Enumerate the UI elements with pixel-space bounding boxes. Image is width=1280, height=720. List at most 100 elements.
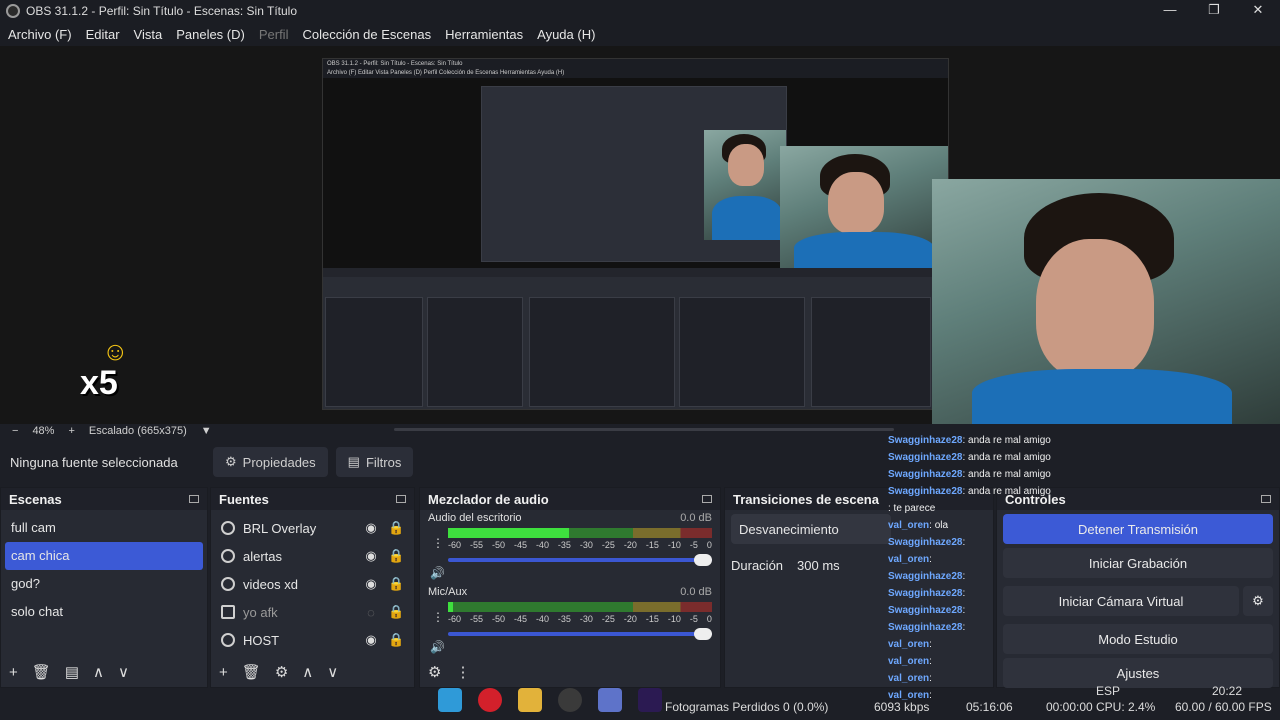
scale-tick: -45	[513, 540, 527, 550]
menu-editar[interactable]: Editar	[86, 27, 120, 42]
move-up-icon[interactable]: ∧	[302, 663, 313, 681]
scenes-header: Escenas	[1, 488, 207, 510]
emoji-face-icon: ☺	[102, 336, 129, 366]
audio-meter	[448, 602, 712, 612]
chat-username: Swagginhaze28	[888, 571, 963, 582]
preview-scrollbar[interactable]	[394, 428, 894, 431]
volume-slider[interactable]	[448, 628, 712, 640]
zoom-out-button[interactable]: −	[12, 425, 18, 437]
folder-icon[interactable]	[518, 688, 542, 712]
eye-hidden-icon[interactable]: ◌	[364, 605, 378, 620]
lock-icon[interactable]: 🔒	[388, 576, 404, 592]
mixer-title: Mezclador de audio	[428, 491, 549, 507]
scene-item-selected[interactable]: cam chica	[5, 542, 203, 570]
trash-icon[interactable]: 🗑	[32, 663, 51, 681]
menu-coleccion-escenas[interactable]: Colección de Escenas	[302, 27, 431, 42]
menu-archivo[interactable]: Archivo (F)	[8, 27, 72, 42]
chat-message: : te parece	[888, 500, 1088, 517]
speaker-icon[interactable]: 🔊	[430, 566, 445, 580]
chat-message: val_oren:	[888, 636, 1088, 653]
speaker-icon[interactable]: 🔊	[430, 640, 445, 654]
scale-tick: -60	[448, 540, 462, 550]
eye-icon[interactable]: ◉	[364, 520, 378, 536]
frames-dropped: Fotogramas Perdidos 0 (0.0%)	[665, 700, 829, 714]
scale-tick: -55	[469, 540, 483, 550]
trash-icon[interactable]: 🗑	[242, 663, 261, 681]
move-down-icon[interactable]: ∨	[327, 663, 338, 681]
chat-text: :	[962, 537, 966, 548]
filters-button[interactable]: ▤ Filtros	[335, 447, 414, 477]
scale-tick: -20	[623, 614, 637, 624]
menu-herramientas[interactable]: Herramientas	[445, 27, 523, 42]
scale-tick: -40	[535, 614, 549, 624]
undock-icon[interactable]	[1261, 495, 1271, 503]
browser-source-icon	[221, 521, 235, 535]
undock-icon[interactable]	[189, 495, 199, 503]
volume-slider[interactable]	[448, 554, 712, 566]
opera-icon[interactable]	[478, 688, 502, 712]
undock-icon[interactable]	[702, 495, 712, 503]
nested-title: OBS 31.1.2 - Perfil: Sin Título - Escena…	[323, 59, 948, 69]
lock-icon[interactable]: 🔒	[388, 520, 404, 536]
scale-tick: -20	[623, 540, 637, 550]
duration-label: Duración	[731, 557, 784, 573]
stream-preview[interactable]: ☺ ☺ x5 OBS 31.1.2 - Perfil: Sin Título -…	[0, 46, 1280, 424]
source-item[interactable]: yo afk ◌ 🔒	[215, 598, 410, 626]
channel-menu-icon[interactable]: ⋮	[432, 610, 444, 624]
move-down-icon[interactable]: ∨	[118, 663, 129, 681]
add-source-button[interactable]: +	[219, 664, 228, 681]
properties-button[interactable]: ⚙ Propiedades	[213, 447, 328, 477]
scene-item[interactable]: solo chat	[5, 598, 203, 626]
menu-vista[interactable]: Vista	[134, 27, 163, 42]
transition-select[interactable]: Desvanecimiento	[731, 514, 891, 544]
menu-ayuda[interactable]: Ayuda (H)	[537, 27, 595, 42]
eye-icon[interactable]: ◉	[364, 632, 378, 648]
eye-icon[interactable]: ◉	[364, 548, 378, 564]
source-item[interactable]: alertas ◉ 🔒	[215, 542, 410, 570]
bitrate: 6093 kbps	[874, 700, 930, 714]
scene-item[interactable]: full cam	[5, 514, 203, 542]
zoom-level: 48%	[32, 425, 55, 437]
chat-text: : anda re mal amigo	[962, 452, 1051, 463]
source-item[interactable]: HOST ◉ 🔒	[215, 626, 410, 654]
windows-start-icon[interactable]	[438, 688, 462, 712]
window-title: OBS 31.1.2 - Perfil: Sin Título - Escena…	[26, 4, 298, 18]
obs-taskbar-icon[interactable]	[558, 688, 582, 712]
lock-icon[interactable]: 🔒	[388, 604, 404, 620]
sources-footer: + 🗑 ⚙ ∧ ∨	[211, 657, 414, 687]
eye-icon[interactable]: ◉	[364, 576, 378, 592]
maximize-button[interactable]: ❐	[1192, 0, 1236, 22]
add-scene-button[interactable]: +	[9, 664, 18, 681]
chat-text: : anda re mal amigo	[962, 469, 1051, 480]
zoom-in-button[interactable]: +	[68, 425, 74, 437]
source-toolbar: Ninguna fuente seleccionada ⚙ Propiedade…	[0, 442, 890, 482]
move-up-icon[interactable]: ∧	[93, 663, 104, 681]
mixer-menu-icon[interactable]: ⋮	[455, 663, 470, 681]
scene-item[interactable]: god?	[5, 570, 203, 598]
menu-perfil[interactable]: Perfil	[259, 27, 289, 42]
mixer-settings-icon[interactable]: ⚙	[428, 663, 441, 681]
source-item[interactable]: videos xd ◉ 🔒	[215, 570, 410, 598]
close-button[interactable]: ✕	[1236, 0, 1280, 22]
source-item[interactable]: BRL Overlay ◉ 🔒	[215, 514, 410, 542]
app-icon[interactable]	[598, 688, 622, 712]
minimize-button[interactable]: —	[1148, 0, 1192, 22]
meter-scale: -60 -55 -50 -45 -40 -35 -30 -25 -20 -15 -10 -5 0	[448, 540, 712, 550]
stream-time: 05:16:06	[966, 700, 1013, 714]
chat-text: :	[962, 588, 966, 599]
lock-icon[interactable]: 🔒	[388, 632, 404, 648]
lock-icon[interactable]: 🔒	[388, 548, 404, 564]
undock-icon[interactable]	[396, 495, 406, 503]
webcam-feed-medium	[780, 146, 948, 268]
channel-menu-icon[interactable]: ⋮	[432, 536, 444, 550]
nested-panels	[323, 277, 948, 409]
audio-meter	[448, 528, 712, 538]
duration-input[interactable]: 300 ms	[797, 558, 840, 573]
premiere-icon[interactable]	[638, 688, 662, 712]
chat-message: val_oren:	[888, 551, 1088, 568]
menu-paneles[interactable]: Paneles (D)	[176, 27, 245, 42]
gear-icon[interactable]: ⚙	[275, 663, 288, 681]
virtual-cam-settings-icon[interactable]: ⚙	[1243, 586, 1273, 616]
scale-dropdown-icon[interactable]: ▼	[201, 425, 212, 437]
scene-filters-icon[interactable]: ▤	[65, 663, 79, 681]
